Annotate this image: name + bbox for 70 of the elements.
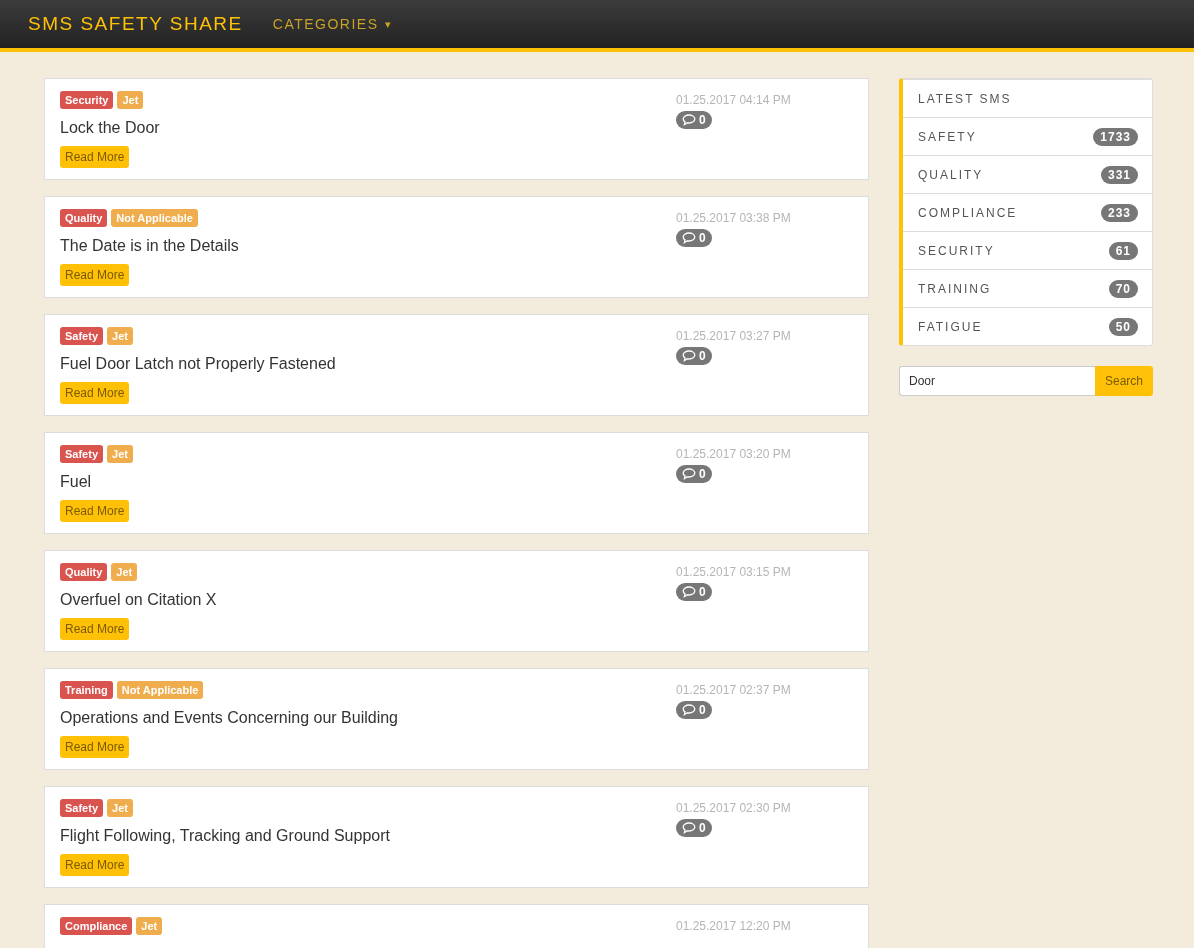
post-date: 01.25.2017 03:27 PM: [676, 329, 791, 343]
read-more-button[interactable]: Read More: [60, 618, 130, 640]
comment-count: 0: [676, 701, 712, 719]
category-tag: Jet: [107, 445, 133, 463]
category-link[interactable]: FATIGUE 50: [903, 307, 1152, 345]
count-badge: 70: [1108, 279, 1138, 298]
read-more-button[interactable]: Read More: [60, 854, 130, 876]
category-tag: Safety: [60, 327, 104, 345]
comment-icon: [682, 822, 696, 834]
comment-count: 0: [676, 347, 712, 365]
category-tag: Compliance: [60, 917, 133, 935]
post-date: 01.25.2017 04:14 PM: [676, 93, 791, 107]
count-badge: 331: [1100, 165, 1138, 184]
search-button[interactable]: Search: [1094, 366, 1153, 396]
comment-icon: [682, 232, 696, 244]
category-tag: Jet: [107, 799, 133, 817]
comment-count: 0: [676, 465, 712, 483]
search-field[interactable]: Door: [899, 366, 1095, 396]
category-link[interactable]: LATEST SMS: [903, 79, 1152, 117]
count-badge: 233: [1100, 203, 1138, 222]
comment-count: 0: [676, 583, 712, 601]
category-tag: Quality: [60, 209, 108, 227]
comment-icon: [682, 704, 696, 716]
read-more-button[interactable]: Read More: [60, 500, 130, 522]
category-tag: Safety: [60, 799, 104, 817]
read-more-button[interactable]: Read More: [60, 264, 130, 286]
comment-count: 0: [676, 229, 712, 247]
category-link[interactable]: SECURITY 61: [903, 231, 1152, 269]
category-link[interactable]: QUALITY 331: [903, 155, 1152, 193]
comment-icon: [682, 350, 696, 362]
category-tag: Security: [60, 91, 114, 109]
post-date: 01.25.2017 12:20 PM: [676, 919, 791, 933]
read-more-button[interactable]: Read More: [60, 736, 130, 758]
category-tag: Safety: [60, 445, 104, 463]
caret-icon: ▾: [384, 17, 393, 31]
category-link[interactable]: COMPLIANCE 233: [903, 193, 1152, 231]
category-tag: Not Applicable: [111, 209, 198, 227]
post-date: 01.25.2017 03:38 PM: [676, 211, 791, 225]
post-date: 01.25.2017 03:15 PM: [676, 565, 791, 579]
post-title[interactable]: Fuel Door Latch not Properly Fastened: [60, 355, 336, 373]
category-tag: Jet: [107, 327, 133, 345]
read-more-button[interactable]: Read More: [60, 382, 130, 404]
post-title[interactable]: Flight Following, Tracking and Ground Support: [60, 827, 390, 845]
read-more-button[interactable]: Read More: [60, 146, 130, 168]
category-tag: Jet: [136, 917, 163, 935]
brand-title[interactable]: SMS SAFETY SHARE: [28, 13, 243, 35]
post-date: 01.25.2017 02:30 PM: [676, 801, 791, 815]
post-title[interactable]: Fuel: [60, 473, 92, 491]
count-badge: 61: [1108, 241, 1138, 260]
count-badge: 1733: [1093, 127, 1138, 146]
category-link[interactable]: TRAINING 70: [903, 269, 1152, 307]
comment-icon: [682, 468, 696, 480]
post-date: 01.25.2017 03:20 PM: [676, 447, 791, 461]
comment-icon: [682, 586, 696, 598]
category-tag: Jet: [117, 91, 144, 109]
comment-count: 0: [676, 819, 712, 837]
post-title[interactable]: The Date is in the Details: [60, 237, 239, 255]
post-title[interactable]: Lock the Door: [60, 119, 160, 137]
category-tag: Jet: [111, 563, 138, 581]
category-tag: Quality: [60, 563, 108, 581]
comment-icon: [682, 114, 696, 126]
category-link[interactable]: SAFETY 1733: [903, 117, 1152, 155]
post-date: 01.25.2017 02:37 PM: [676, 683, 791, 697]
comment-count: 0: [676, 111, 712, 129]
category-tag: Training: [60, 681, 113, 699]
category-tag: Not Applicable: [116, 681, 204, 699]
post-title[interactable]: Overfuel on Citation X: [60, 591, 217, 609]
categories-menu[interactable]: CATEGORIES ▾: [272, 16, 393, 32]
post-title[interactable]: Operations and Events Concerning our Building: [60, 709, 398, 727]
count-badge: 50: [1108, 317, 1138, 336]
